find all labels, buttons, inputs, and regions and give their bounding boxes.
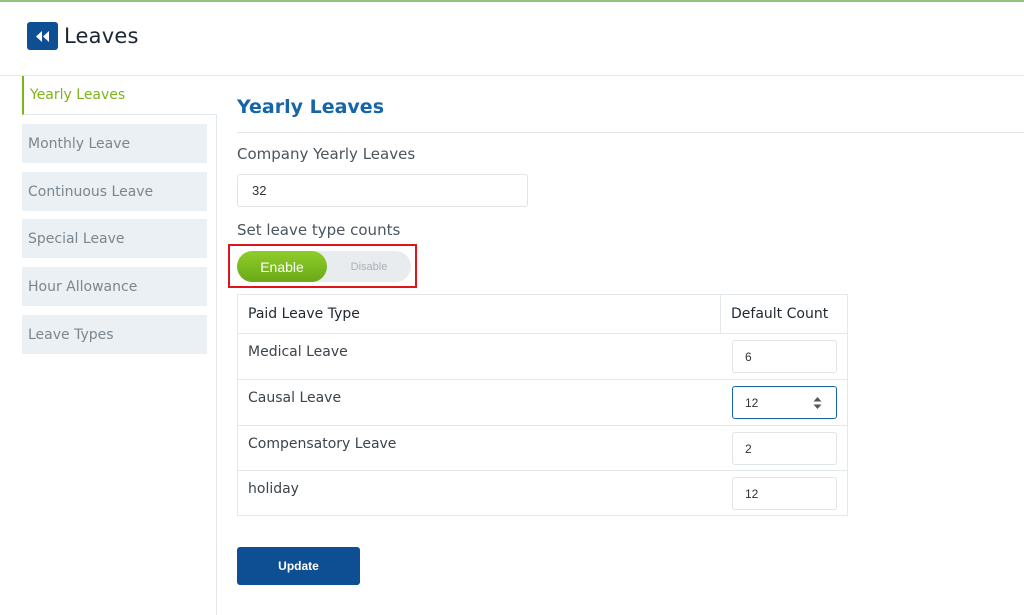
table-row: Compensatory Leave 2 (238, 426, 847, 471)
default-count-input[interactable]: 12 (732, 386, 837, 419)
leave-type-cell: Causal Leave (248, 390, 342, 406)
default-count-input[interactable]: 12 (732, 477, 837, 510)
sidebar-item-yearly-leaves[interactable]: Yearly Leaves (22, 76, 217, 115)
sidebar-item-monthly-leave[interactable]: Monthly Leave (22, 124, 207, 163)
default-count-input[interactable]: 2 (732, 432, 837, 465)
page-header: Leaves (0, 2, 1024, 76)
leave-type-cell: holiday (248, 481, 299, 497)
sidebar: Yearly Leaves Monthly Leave Continuous L… (0, 76, 217, 615)
update-button[interactable]: Update (237, 547, 360, 585)
page-title: Leaves (64, 24, 139, 48)
main-content: Yearly Leaves Company Yearly Leaves 32 S… (228, 76, 1024, 615)
double-chevron-left-icon (36, 30, 49, 42)
back-button[interactable] (27, 22, 58, 50)
column-separator (720, 295, 721, 333)
number-spinner-icon[interactable] (813, 396, 822, 410)
sidebar-item-continuous-leave[interactable]: Continuous Leave (22, 172, 207, 211)
sidebar-item-special-leave[interactable]: Special Leave (22, 219, 207, 258)
leave-type-cell: Compensatory Leave (248, 436, 397, 452)
leave-counts-toggle[interactable]: Enable Disable (237, 251, 411, 282)
sidebar-item-hour-allowance[interactable]: Hour Allowance (22, 267, 207, 306)
table-row: holiday 12 (238, 471, 847, 516)
leave-type-counts-label: Set leave type counts (237, 221, 401, 239)
company-yearly-leaves-label: Company Yearly Leaves (237, 145, 416, 163)
table-row: Medical Leave 6 (238, 334, 847, 380)
section-title: Yearly Leaves (237, 96, 384, 118)
column-header-type: Paid Leave Type (248, 306, 360, 322)
company-yearly-leaves-input[interactable]: 32 (237, 174, 528, 207)
leave-type-cell: Medical Leave (248, 344, 348, 360)
disable-option[interactable]: Disable (327, 251, 411, 282)
title-divider (237, 132, 1024, 133)
column-header-count: Default Count (731, 306, 829, 322)
paid-leave-table: Paid Leave Type Default Count Medical Le… (237, 294, 848, 516)
default-count-value: 12 (745, 395, 759, 410)
enable-option[interactable]: Enable (237, 251, 327, 282)
table-row: Causal Leave 12 (238, 380, 847, 426)
table-header-row: Paid Leave Type Default Count (238, 295, 847, 334)
sidebar-item-leave-types[interactable]: Leave Types (22, 315, 207, 354)
default-count-input[interactable]: 6 (732, 340, 837, 373)
